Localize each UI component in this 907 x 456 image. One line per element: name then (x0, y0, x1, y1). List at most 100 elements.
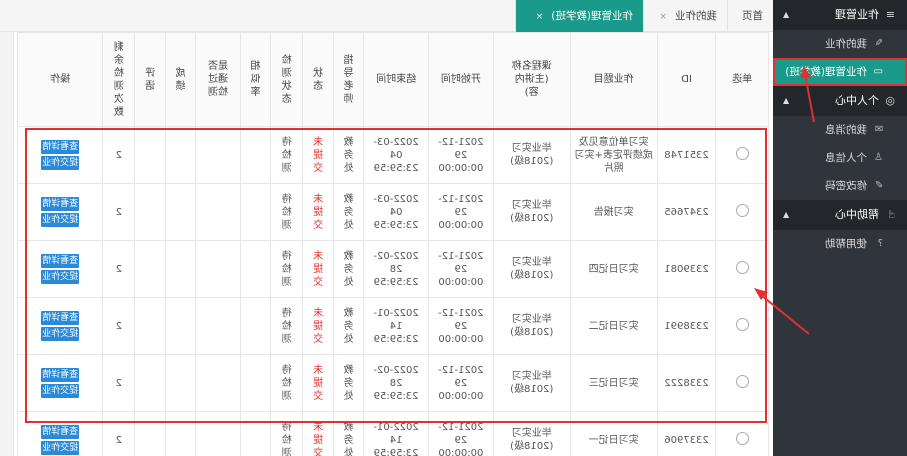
cell-remain: 2 (102, 183, 135, 241)
cell-score (165, 354, 196, 412)
column-header-1: ID (657, 32, 716, 127)
submit-homework-button[interactable]: 提交作业 (41, 327, 80, 341)
sidebar-section-label: 个人中心 (835, 94, 879, 107)
cell-start: 2021-12- 29 00:00:00 (428, 240, 494, 298)
cell-sim (240, 126, 271, 184)
cell-pass (195, 354, 241, 412)
row-radio-button[interactable] (735, 260, 749, 274)
column-header-0: 单选 (715, 32, 769, 127)
sidebar-item-label: 个人信息 (825, 152, 867, 164)
cell-end: 2022-02- 28 23:59:59 (363, 240, 429, 298)
row-radio-button[interactable] (735, 203, 749, 217)
sidebar-item-1-0[interactable]: ✉ 我的消息 (773, 116, 907, 144)
tab-1[interactable]: 我的作业 × (643, 0, 727, 32)
monitor-icon: ▭ (873, 66, 883, 77)
cell-pass (195, 411, 241, 456)
pencil-icon: ✐ (874, 180, 883, 191)
sidebar-item-label: 作业管理(教学班) (785, 66, 867, 78)
tab-2[interactable]: 作业管理(教学班) × (515, 0, 643, 32)
cell-status: 未 提 交 (302, 126, 334, 184)
cell-title: 实习日记二 (570, 297, 658, 355)
sidebar-section-2[interactable]: ☝ 帮助中心 ▲ (773, 200, 907, 230)
submit-homework-button[interactable]: 提交作业 (41, 213, 80, 227)
cell-sim (240, 354, 271, 412)
cell-start: 2021-12- 29 00:00:00 (428, 126, 494, 184)
sidebar: ≡ 作业管理 ▲ ✎ 我的作业 ▭ 作业管理(教学班) ◎ 个人中心 ▲ ✉ 我的消息 ♙ 个人信息 ✐ 修改… (773, 0, 907, 456)
view-details-button[interactable]: 查看详情 (41, 368, 80, 382)
row-radio-button[interactable] (735, 374, 749, 388)
tab-label: 作业管理(教学班) (551, 10, 633, 22)
mail-icon: ✉ (874, 124, 883, 135)
cell-pass (195, 297, 241, 355)
cell-sim (240, 411, 271, 456)
sidebar-section-label: 作业管理 (835, 8, 879, 21)
sidebar-section-label: 帮助中心 (835, 208, 879, 221)
sidebar-item-1-2[interactable]: ✐ 修改密码 (773, 172, 907, 200)
table-row: 2338222 实习日记三 毕业实习 (2018级) 2021-12- 29 00:0… (17, 354, 769, 412)
cell-course: 毕业实习 (2018级) (493, 411, 571, 456)
cell-score (165, 126, 196, 184)
cell-title: 实习日记三 (570, 354, 658, 412)
tab-0[interactable]: 首页 (727, 0, 773, 32)
view-details-button[interactable]: 查看详情 (41, 425, 80, 439)
view-details-button[interactable]: 查看详情 (41, 140, 80, 154)
radio-cell (715, 126, 769, 184)
cell-comment (135, 126, 166, 184)
table-row: 2339081 实习日记四 毕业实习 (2018级) 2021-12- 29 00:0… (17, 240, 769, 298)
table-row: 2337906 实习日记一 毕业实习 (2018级) 2021-12- 29 00:0… (17, 411, 769, 456)
sidebar-item-1-1[interactable]: ♙ 个人信息 (773, 144, 907, 172)
radio-cell (715, 183, 769, 241)
row-radio-button[interactable] (735, 146, 749, 160)
view-details-button[interactable]: 查看详情 (41, 311, 80, 325)
sidebar-item-0-1[interactable]: ▭ 作业管理(教学班) (773, 58, 907, 86)
sidebar-item-label: 我的消息 (825, 124, 867, 136)
cell-score (165, 240, 196, 298)
cell-id: 2347665 (657, 183, 716, 241)
cell-check: 待 检 测 (270, 126, 303, 184)
row-radio-button[interactable] (735, 431, 749, 445)
cell-teacher: 教 务 处 (333, 297, 364, 355)
cell-check: 待 检 测 (270, 240, 303, 298)
cell-check: 待 检 测 (270, 354, 303, 412)
sidebar-item-2-0[interactable]: ? 使用帮助 (773, 230, 907, 258)
help-icon: ? (877, 238, 883, 249)
close-tab-icon[interactable]: × (659, 12, 667, 22)
tab-label: 首页 (742, 10, 763, 22)
collapse-triangle-icon: ▲ (783, 210, 790, 219)
cell-remain: 2 (102, 297, 135, 355)
sidebar-section-1[interactable]: ◎ 个人中心 ▲ (773, 86, 907, 116)
cell-end: 2022-03- 04 23:59:59 (363, 183, 429, 241)
cell-start: 2021-12- 29 00:00:00 (428, 183, 494, 241)
submit-homework-button[interactable]: 提交作业 (41, 156, 80, 170)
radio-cell (715, 240, 769, 298)
cell-score (165, 297, 196, 355)
cell-end: 2022-01- 14 23:59:59 (363, 297, 429, 355)
cell-id: 2338222 (657, 354, 716, 412)
tab-bar: 首页 我的作业 × 作业管理(教学班) × (0, 0, 773, 32)
actions-cell: 查看详情 提交作业 (17, 354, 103, 412)
cell-sim (240, 240, 271, 298)
row-radio-button[interactable] (735, 317, 749, 331)
view-details-button[interactable]: 查看详情 (41, 197, 80, 211)
cell-check: 待 检 测 (270, 183, 303, 241)
cell-title: 实习单位意见及 成绩评定表+实习 照片 (570, 126, 658, 184)
submit-homework-button[interactable]: 提交作业 (41, 441, 80, 455)
sidebar-item-label: 修改密码 (825, 180, 867, 192)
sidebar-item-label: 使用帮助 (825, 238, 867, 250)
radio-cell (715, 411, 769, 456)
submit-homework-button[interactable]: 提交作业 (41, 384, 80, 398)
sidebar-item-0-0[interactable]: ✎ 我的作业 (773, 30, 907, 58)
cell-score (165, 183, 196, 241)
submit-homework-button[interactable]: 提交作业 (41, 270, 80, 284)
cell-comment (135, 240, 166, 298)
cell-teacher: 教 务 处 (333, 411, 364, 456)
cell-id: 2338991 (657, 297, 716, 355)
cell-comment (135, 411, 166, 456)
view-details-button[interactable]: 查看详情 (41, 254, 80, 268)
menu-icon: ≡ (885, 8, 895, 21)
vertical-scrollbar[interactable] (0, 32, 14, 456)
sidebar-section-0[interactable]: ≡ 作业管理 ▲ (773, 0, 907, 30)
person-icon: ♙ (874, 152, 883, 163)
column-header-12: 评 语 (135, 32, 166, 127)
close-tab-icon[interactable]: × (536, 12, 544, 22)
